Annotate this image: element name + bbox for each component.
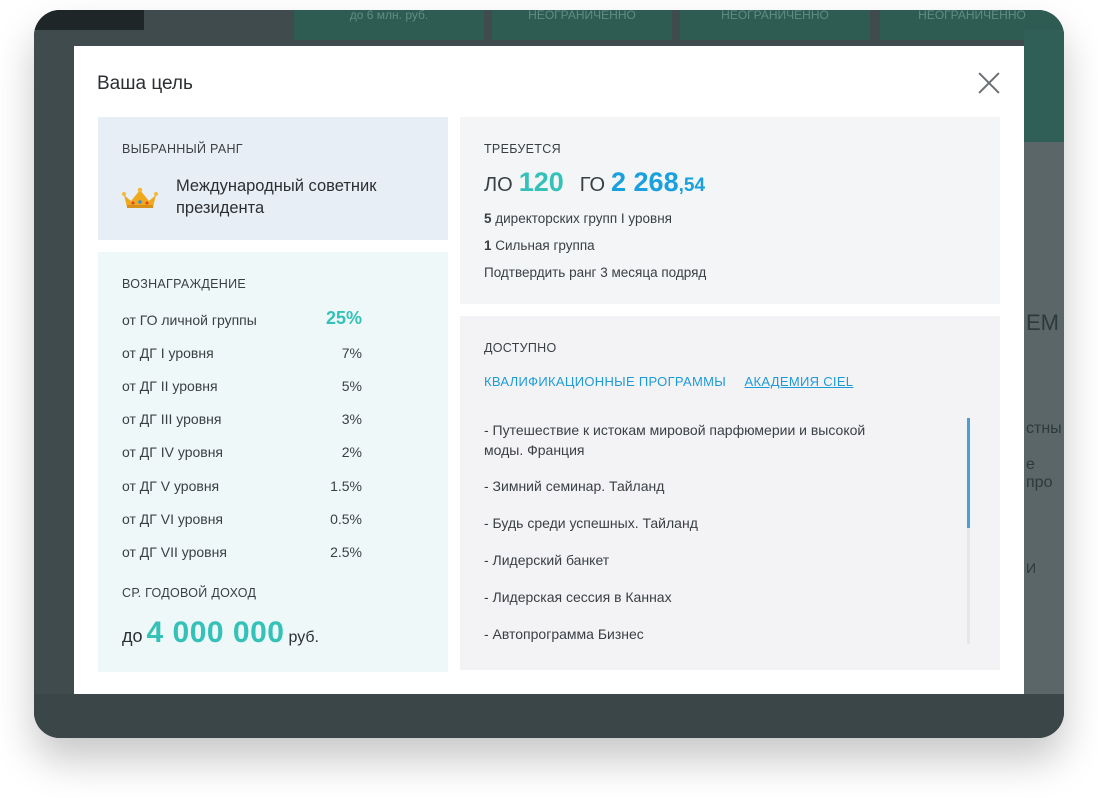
reward-row: от ДГ II уровня 5% xyxy=(122,376,362,396)
lo-prefix: ЛО xyxy=(484,174,513,196)
tab-ciel-academy[interactable]: АКАДЕМИЯ CIEL xyxy=(745,374,854,389)
reward-row: от ГО личной группы 25% xyxy=(122,308,362,330)
background-cell: НЕОГРАНИЧЕННО xyxy=(680,10,870,40)
requirement-count: 5 xyxy=(484,211,492,226)
rank-label: ВЫБРАННЫЙ РАНГ xyxy=(122,142,243,156)
reward-row-value: 2% xyxy=(341,444,362,460)
reward-row-value: 2.5% xyxy=(330,544,362,560)
reward-row-label: от ДГ III уровня xyxy=(122,411,222,427)
requirement-line: Подтвердить ранг 3 месяца подряд xyxy=(484,265,706,280)
close-icon[interactable] xyxy=(977,71,1001,95)
requirement-line: 5 директорских групп I уровня xyxy=(484,211,672,226)
list-item[interactable]: - Лидерская сессия в Каннах xyxy=(484,587,874,607)
background-cell: НЕОГРАНИЧЕННО xyxy=(492,10,672,40)
reward-row-value: 3% xyxy=(341,411,362,427)
reward-row-label: от ДГ V уровня xyxy=(122,478,220,494)
reward-row-value: 25% xyxy=(325,308,362,328)
reward-panel: ВОЗНАГРАЖДЕНИЕ от ГО личной группы 25% о… xyxy=(98,252,448,672)
income-value: 4 000 000 xyxy=(146,616,285,649)
income-prefix: до xyxy=(122,626,143,646)
requirements-metrics: ЛО 120 ГО 2 268,54 xyxy=(484,167,705,198)
reward-row-value: 7% xyxy=(341,345,362,361)
background-strip xyxy=(34,10,144,30)
scrollbar-thumb[interactable] xyxy=(967,418,970,528)
available-label: ДОСТУПНО xyxy=(484,341,557,355)
requirement-text: Сильная группа xyxy=(491,238,595,253)
reward-row-value: 5% xyxy=(341,378,362,394)
tab-qualification-programs[interactable]: КВАЛИФИКАЦИОННЫЕ ПРОГРАММЫ xyxy=(484,374,726,389)
reward-row-value: 1.5% xyxy=(330,478,362,494)
go-value: 2 268 xyxy=(611,167,679,197)
requirement-line: 1 Сильная группа xyxy=(484,238,595,253)
available-tabs: КВАЛИФИКАЦИОННЫЕ ПРОГРАММЫ АКАДЕМИЯ CIEL xyxy=(484,373,867,391)
list-item[interactable]: - Лидерский банкет xyxy=(484,550,874,570)
income-label: СР. ГОДОВОЙ ДОХОД xyxy=(122,586,257,600)
background-footer xyxy=(34,694,1064,738)
background-text: е про xyxy=(1026,456,1053,491)
background-text: И xyxy=(1026,560,1037,576)
goal-modal: Ваша цель ВЫБРАННЫЙ РАНГ Международный с… xyxy=(74,46,1024,694)
requirements-panel: ТРЕБУЕТСЯ ЛО 120 ГО 2 268,54 5 директорских… xyxy=(460,117,1000,304)
reward-row: от ДГ V уровня 1.5% xyxy=(122,476,362,496)
rank-name: Международный советник президента xyxy=(176,177,377,217)
lo-value: 120 xyxy=(518,167,564,197)
list-item[interactable]: - Зимний семинар. Тайланд xyxy=(484,476,874,496)
reward-row: от ДГ VII уровня 2.5% xyxy=(122,542,362,562)
go-prefix: ГО xyxy=(579,174,606,196)
reward-label: ВОЗНАГРАЖДЕНИЕ xyxy=(122,277,247,291)
income-unit: руб. xyxy=(288,629,319,646)
reward-row: от ДГ III уровня 3% xyxy=(122,409,362,429)
crown-icon xyxy=(122,187,158,208)
selected-rank-panel: ВЫБРАННЫЙ РАНГ Международный советник пр… xyxy=(98,117,448,240)
modal-title: Ваша цель xyxy=(97,73,193,94)
list-item[interactable]: - Автопрограмма Бизнес xyxy=(484,624,874,644)
reward-row: от ДГ VI уровня 0.5% xyxy=(122,509,362,529)
go-decimal: ,54 xyxy=(678,175,706,196)
reward-row: от ДГ I уровня 7% xyxy=(122,343,362,363)
reward-row-label: от ДГ IV уровня xyxy=(122,444,224,460)
reward-row-label: от ДГ I уровня xyxy=(122,345,214,361)
reward-row-label: от ДГ II уровня xyxy=(122,378,218,394)
list-item[interactable]: - Будь среди успешных. Тайланд xyxy=(484,513,874,533)
requirements-label: ТРЕБУЕТСЯ xyxy=(484,142,561,156)
background-cell: до 6 млн. руб. xyxy=(294,10,484,40)
income-amount: до 4 000 000 руб. xyxy=(122,616,319,650)
list-item[interactable]: - Путешествие к истокам мировой парфюмер… xyxy=(484,420,874,460)
reward-row-label: от ГО личной группы xyxy=(122,312,257,328)
requirement-text: директорских групп I уровня xyxy=(491,211,672,226)
reward-row-label: от ДГ VII уровня xyxy=(122,544,227,560)
reward-row: от ДГ IV уровня 2% xyxy=(122,442,362,462)
background-text: ЕМ xyxy=(1026,310,1059,335)
background-panel xyxy=(1024,30,1064,142)
background-text: стны xyxy=(1026,420,1062,437)
scrollbar[interactable] xyxy=(967,418,970,644)
reward-row-value: 0.5% xyxy=(330,511,362,527)
available-panel: ДОСТУПНО КВАЛИФИКАЦИОННЫЕ ПРОГРАММЫ АКАД… xyxy=(460,316,1000,670)
requirement-count: 1 xyxy=(484,238,492,253)
reward-row-label: от ДГ VI уровня xyxy=(122,511,224,527)
requirement-text: Подтвердить ранг 3 месяца подряд xyxy=(484,265,707,280)
